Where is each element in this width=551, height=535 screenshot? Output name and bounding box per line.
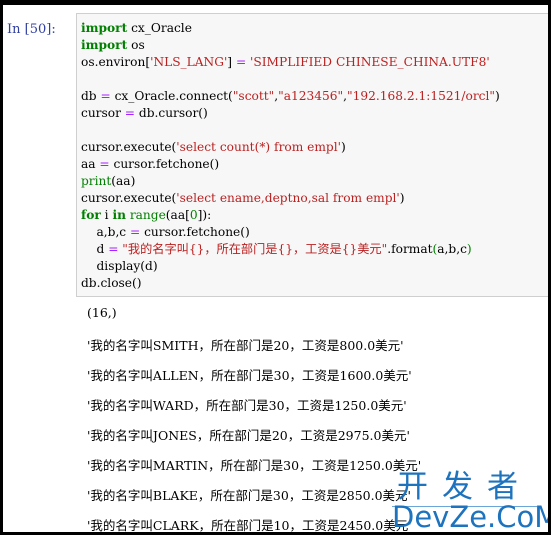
display-output: '我的名字叫BLAKE，所在部门是30，工资是2850.0美元'	[87, 488, 411, 503]
display-output: '我的名字叫JONES，所在部门是20，工资是2975.0美元'	[87, 428, 410, 443]
code-token: ]	[227, 55, 236, 69]
code-token: os.environ[	[81, 55, 151, 69]
code-token: 'select ename,deptno,sal from empl'	[176, 191, 400, 205]
code-token: aa	[81, 157, 100, 171]
code-line: cursor.execute('select ename,deptno,sal …	[81, 190, 500, 207]
code-token: cx_Oracle.connect(	[110, 89, 233, 103]
watermark-divider	[392, 506, 537, 507]
code-token: db	[81, 89, 101, 103]
code-line: os.environ['NLS_LANG'] = 'SIMPLIFIED CHI…	[81, 54, 500, 71]
code-line: aa = cursor.fetchone()	[81, 156, 500, 173]
code-token: cursor.fetchone()	[109, 157, 220, 171]
code-token: 'SIMPLIFIED CHINESE_CHINA.UTF8'	[250, 55, 490, 69]
code-line: import os	[81, 37, 500, 54]
code-token: =	[108, 242, 119, 256]
code-token: )	[340, 140, 346, 154]
code-line: print(aa)	[81, 173, 500, 190]
code-token: =	[130, 225, 141, 239]
display-output: '我的名字叫WARD，所在部门是30，工资是1250.0美元'	[87, 398, 407, 413]
code-line: for i in range(aa[0]):	[81, 207, 500, 224]
code-line: db = cx_Oracle.connect("scott","a123456"…	[81, 88, 500, 105]
code-token: import	[81, 21, 128, 35]
code-token: )	[495, 89, 500, 103]
code-token: "scott"	[232, 89, 275, 103]
code-token: =	[99, 157, 110, 171]
code-token: for	[81, 208, 101, 222]
code-token: 0	[189, 208, 198, 222]
notebook-frame: In [50]: import cx_Oracle import os os.env…	[3, 5, 548, 532]
code-line: cursor.execute('select count(*) from emp…	[81, 139, 500, 156]
display-output: '我的名字叫ALLEN，所在部门是30，工资是1600.0美元'	[87, 368, 412, 383]
code-token: .format	[387, 242, 433, 256]
code-token: in	[112, 208, 126, 222]
code-token: a,b,c	[437, 242, 467, 256]
watermark-en: DevZe.CoM	[392, 500, 548, 532]
input-prompt: In [50]:	[7, 22, 56, 37]
code-token: cursor	[81, 106, 125, 120]
code-token: cursor.execute(	[81, 191, 177, 205]
code-token: (aa)	[111, 174, 136, 188]
code-token: "我的名字叫{}，所在部门是{}，工资是{}美元"	[122, 242, 388, 256]
code-token: cursor.execute(	[81, 140, 177, 154]
code-token: (aa[	[165, 208, 190, 222]
code-token: )	[466, 242, 472, 256]
watermark-cn: 开发者	[397, 469, 532, 505]
code-line: db.close()	[81, 275, 500, 292]
code-token: 'select count(*) from empl'	[176, 140, 341, 154]
display-output: '我的名字叫MARTIN，所在部门是30，工资是1250.0美元'	[87, 458, 422, 473]
code-token: =	[100, 89, 111, 103]
code-token: i	[100, 208, 113, 222]
code-cell-input[interactable]: import cx_Oracle import os os.environ['NLS…	[76, 13, 548, 297]
code-token: db.close()	[81, 276, 142, 290]
code-token: "a123456"	[278, 89, 344, 103]
code-token: cx_Oracle	[127, 21, 192, 35]
print-output: (16,)	[87, 305, 117, 320]
watermark: 开发者 DevZe.CoM	[392, 469, 548, 532]
code-line: d = "我的名字叫{}，所在部门是{}，工资是{}美元".format(a,b…	[81, 241, 500, 258]
code-token: =	[124, 106, 136, 120]
code-token: print	[81, 174, 112, 188]
code-line: a,b,c = cursor.fetchone()	[81, 224, 500, 241]
code-line: cursor = db.cursor()	[81, 105, 500, 122]
code-token: db.cursor()	[135, 106, 208, 120]
display-output: '我的名字叫SMITH，所在部门是20，工资是800.0美元'	[87, 338, 404, 353]
code-token: os	[127, 38, 145, 52]
code-token: ]):	[197, 208, 212, 222]
code-token: import	[81, 38, 128, 52]
code-token: a,b,c	[81, 225, 131, 239]
code-token: range	[129, 208, 166, 222]
code-token: 'NLS_LANG'	[150, 55, 228, 69]
code-token: )	[399, 191, 405, 205]
code-token: cursor.fetchone()	[140, 225, 250, 239]
code-token: "192.168.2.1:1521/orcl"	[347, 89, 496, 103]
code-line: display(d)	[81, 258, 500, 275]
code-token: =	[235, 55, 247, 69]
code-token: d	[81, 242, 109, 256]
code-editor[interactable]: import cx_Oracle import os os.environ['NLS…	[81, 20, 500, 292]
display-output: '我的名字叫CLARK，所在部门是10，工资是2450.0美元'	[87, 518, 412, 532]
code-token: display(d)	[81, 259, 158, 273]
code-line: import cx_Oracle	[81, 20, 500, 37]
